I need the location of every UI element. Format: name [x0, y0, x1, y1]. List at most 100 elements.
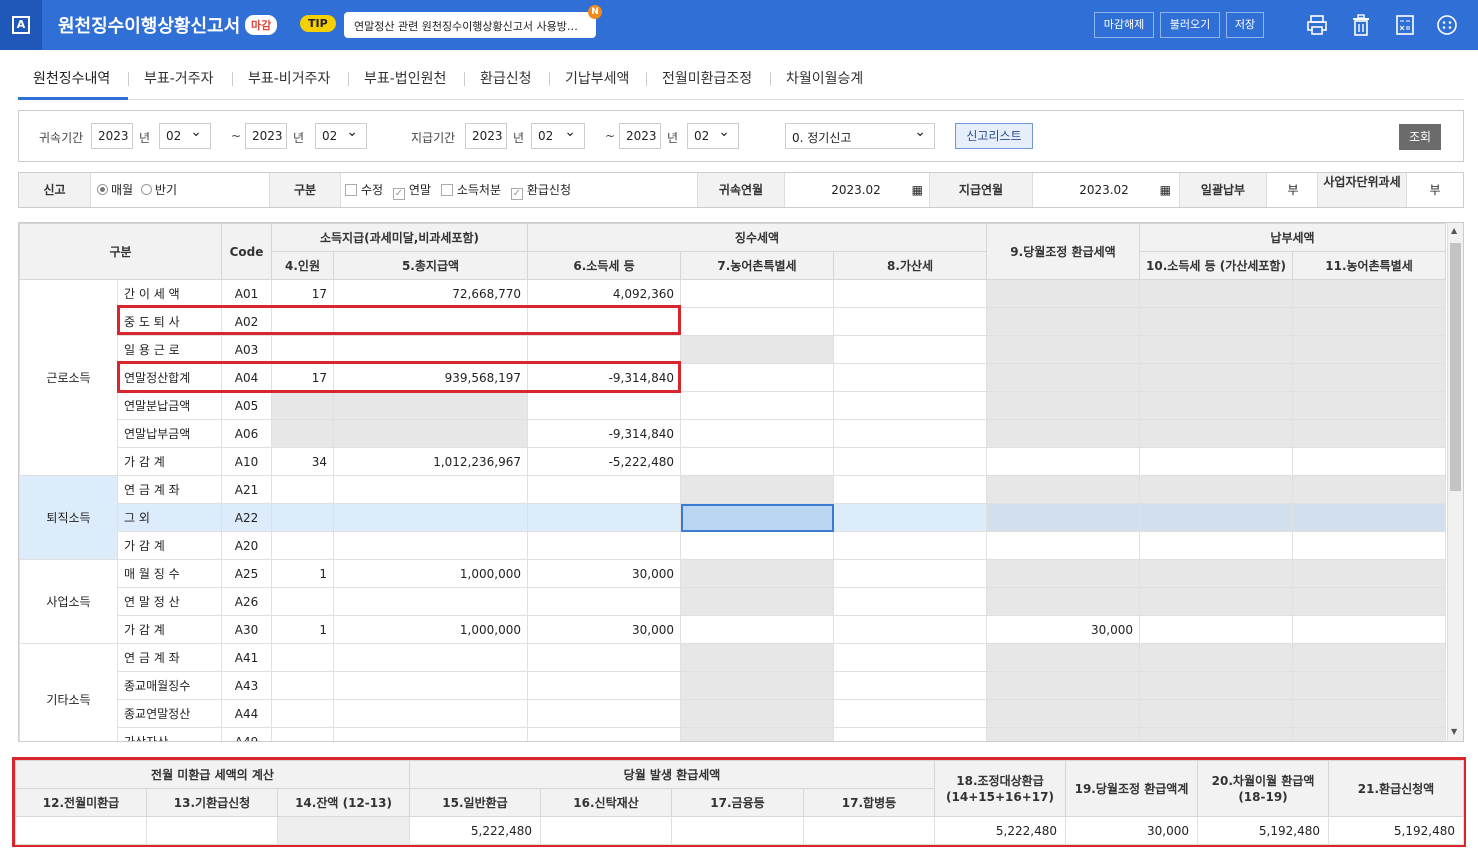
table-row[interactable]: 사업소득 매 월 징 수 A25 1 1,000,000 30,000 — [19, 559, 1446, 644]
tip-link[interactable]: 연말정산 관련 원천징수이행상황신고서 사용방법… — [344, 12, 596, 38]
table-row[interactable]: 가 감 계 A20 — [20, 531, 1446, 560]
income-disposal-checkbox[interactable] — [440, 184, 453, 196]
adjust-refund-cell[interactable] — [986, 531, 1140, 560]
total-pay-cell[interactable] — [333, 671, 528, 700]
table-row[interactable]: 연 말 정 산 A26 — [20, 587, 1446, 616]
income-tax-cell[interactable] — [527, 671, 681, 700]
yearend-checkbox[interactable]: ✓ — [392, 188, 405, 200]
headcount-cell[interactable]: 1 — [271, 615, 334, 644]
tab-prev-refund[interactable]: 전월미환급조정 — [662, 68, 752, 88]
adjust-refund-cell[interactable] — [986, 447, 1140, 476]
half-radio[interactable] — [140, 184, 152, 195]
scroll-up-icon[interactable]: ▲ — [1451, 226, 1457, 235]
penalty-tax-cell[interactable] — [833, 279, 987, 308]
income-tax-cell[interactable] — [527, 391, 681, 420]
total-pay-cell[interactable] — [333, 503, 528, 532]
rural-tax-cell[interactable] — [680, 615, 834, 644]
belong-to-month[interactable]: 02 — [315, 123, 367, 149]
penalty-tax-cell[interactable] — [833, 615, 987, 644]
belong-from-year[interactable]: 2023 — [91, 123, 133, 149]
pay-to-year[interactable]: 2023 — [619, 123, 661, 149]
total-pay-cell[interactable] — [333, 475, 528, 504]
penalty-tax-cell[interactable] — [833, 559, 987, 588]
scroll-down-icon[interactable]: ▼ — [1451, 727, 1457, 736]
monthly-radio[interactable] — [97, 184, 108, 195]
penalty-tax-cell[interactable] — [833, 419, 987, 448]
tab-refund[interactable]: 환급신청 — [480, 68, 532, 88]
headcount-cell[interactable] — [271, 503, 334, 532]
table-row[interactable]: 근로소득 간 이 세 액 A01 17 72,668,770 4,092,360 — [19, 279, 1446, 476]
total-pay-cell[interactable] — [333, 727, 528, 741]
table-row[interactable]: 그 외 A22 — [20, 503, 1446, 532]
table-row[interactable]: 연말납부금액 A06 -9,314,840 — [20, 419, 1446, 448]
headcount-cell[interactable] — [271, 643, 334, 672]
total-pay-cell[interactable]: 1,012,236,967 — [333, 447, 528, 476]
penalty-tax-cell[interactable] — [833, 307, 987, 336]
income-tax-cell[interactable] — [527, 475, 681, 504]
modify-checkbox[interactable] — [345, 184, 357, 196]
tab-withholding[interactable]: 원천징수내역 — [33, 68, 110, 88]
menu-icon[interactable] — [1436, 14, 1458, 36]
table-row[interactable]: 기타소득 연 금 계 좌 A41 — [19, 643, 1446, 741]
pay-from-year[interactable]: 2023 — [465, 123, 507, 149]
pay-income-tax-cell[interactable] — [1139, 615, 1293, 644]
refund-request-checkbox[interactable]: ✓ — [510, 188, 523, 200]
penalty-tax-cell[interactable] — [833, 475, 987, 504]
rural-tax-cell[interactable] — [680, 419, 834, 448]
pay-ym-field[interactable]: 2023.02 ▦ — [1033, 173, 1175, 207]
income-tax-cell[interactable] — [527, 503, 681, 532]
pay-to-month[interactable]: 02 — [687, 123, 739, 149]
penalty-tax-cell[interactable] — [833, 671, 987, 700]
pay-income-tax-cell[interactable] — [1139, 447, 1293, 476]
table-row[interactable]: 퇴직소득 연 금 계 좌 A21 — [19, 475, 1446, 560]
income-tax-cell[interactable] — [527, 699, 681, 728]
total-pay-cell[interactable]: 72,668,770 — [333, 279, 528, 308]
headcount-cell[interactable]: 17 — [271, 279, 334, 308]
value-financial[interactable] — [671, 816, 804, 845]
belong-from-month[interactable]: 02 — [159, 123, 211, 149]
value-prev-unrefunded[interactable] — [15, 816, 147, 845]
value-general-refund[interactable]: 5,222,480 — [409, 816, 541, 845]
income-tax-cell[interactable]: 30,000 — [527, 559, 681, 588]
calendar-icon[interactable]: ▦ — [912, 173, 923, 207]
income-tax-cell[interactable] — [527, 531, 681, 560]
headcount-cell[interactable] — [271, 587, 334, 616]
query-button[interactable]: 조회 — [1399, 124, 1441, 150]
penalty-tax-cell[interactable] — [833, 363, 987, 392]
headcount-cell[interactable] — [271, 699, 334, 728]
penalty-tax-cell[interactable] — [833, 391, 987, 420]
penalty-tax-cell[interactable] — [833, 447, 987, 476]
table-row[interactable]: 가 감 계 A10 34 1,012,236,967 -5,222,480 — [20, 447, 1446, 476]
rural-tax-cell[interactable] — [680, 279, 834, 308]
delete-icon[interactable] — [1350, 14, 1372, 36]
pay-from-month[interactable]: 02 — [531, 123, 585, 149]
income-tax-cell[interactable]: -9,314,840 — [527, 419, 681, 448]
value-merger[interactable] — [803, 816, 935, 845]
penalty-tax-cell[interactable] — [833, 503, 987, 532]
penalty-tax-cell[interactable] — [833, 531, 987, 560]
total-pay-cell[interactable]: 1,000,000 — [333, 559, 528, 588]
print-icon[interactable] — [1306, 14, 1328, 36]
table-row[interactable]: 가상자산 A49 — [20, 727, 1446, 741]
tab-nonresident[interactable]: 부표-비거주자 — [248, 68, 330, 88]
pay-rural-tax-cell[interactable] — [1292, 615, 1446, 644]
rural-tax-cell[interactable] — [680, 531, 834, 560]
value-trust-property[interactable] — [540, 816, 672, 845]
total-pay-cell[interactable] — [333, 699, 528, 728]
belong-ym-field[interactable]: 2023.02 ▦ — [785, 173, 927, 207]
belong-to-year[interactable]: 2023 — [245, 123, 287, 149]
income-tax-cell[interactable] — [527, 643, 681, 672]
headcount-cell[interactable] — [271, 671, 334, 700]
adjust-refund-cell[interactable]: 30,000 — [986, 615, 1140, 644]
table-row[interactable]: 연말분납금액 A05 — [20, 391, 1446, 420]
pay-rural-tax-cell[interactable] — [1292, 447, 1446, 476]
scroll-thumb[interactable] — [1450, 243, 1461, 491]
table-row[interactable]: 종교매월징수 A43 — [20, 671, 1446, 700]
penalty-tax-cell[interactable] — [833, 699, 987, 728]
headcount-cell[interactable]: 1 — [271, 559, 334, 588]
income-tax-cell[interactable]: 4,092,360 — [527, 279, 681, 308]
total-pay-cell[interactable]: 1,000,000 — [333, 615, 528, 644]
rural-tax-cell[interactable] — [680, 447, 834, 476]
load-button[interactable]: 불러오기 — [1160, 12, 1220, 38]
unlock-button[interactable]: 마감해제 — [1094, 12, 1154, 38]
